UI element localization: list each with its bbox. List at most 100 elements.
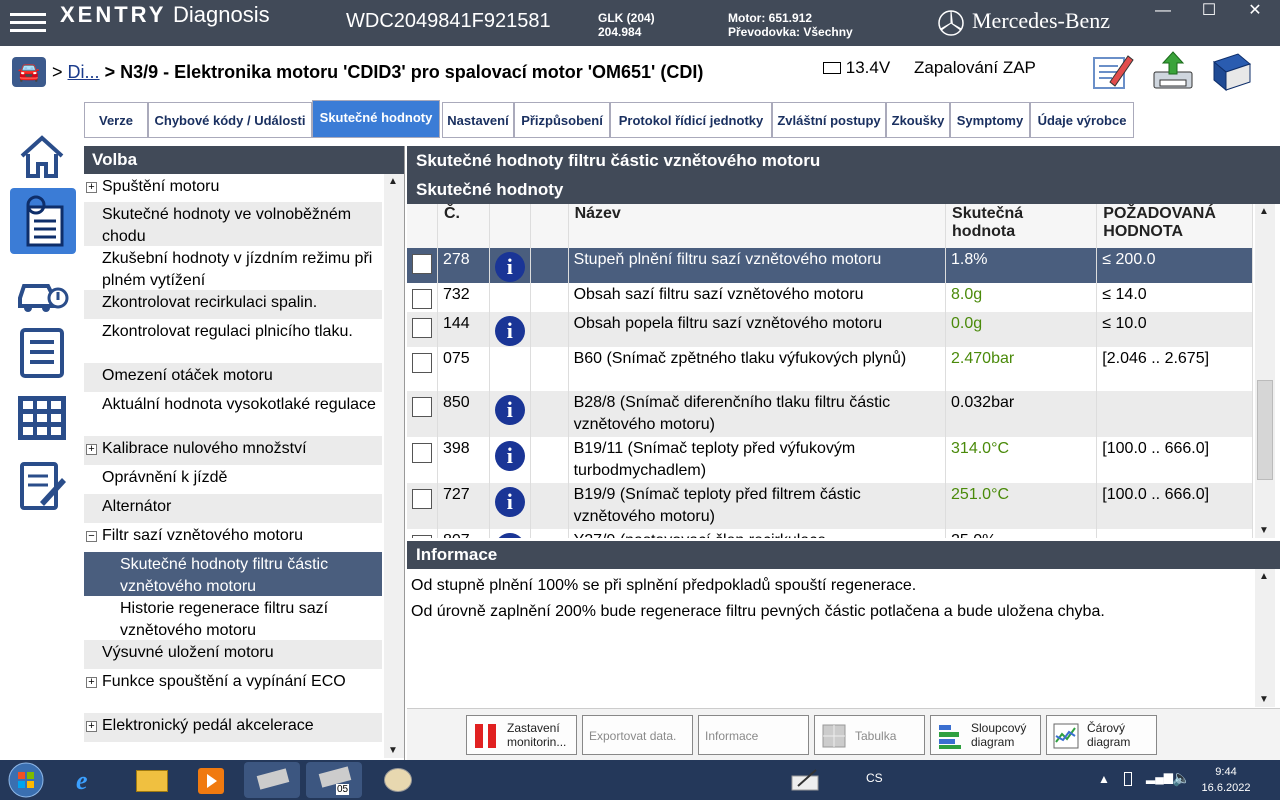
- scroll-down-icon[interactable]: ▼: [1259, 694, 1269, 705]
- stop-monitoring-button[interactable]: Zastavení monitorin...: [466, 715, 577, 755]
- table-button[interactable]: Tabulka: [814, 715, 925, 755]
- scroll-up-icon[interactable]: ▲: [388, 176, 398, 187]
- close-button[interactable]: ✕: [1232, 0, 1278, 22]
- tree-scrollbar[interactable]: ▲ ▼: [384, 174, 404, 758]
- info-icon[interactable]: i: [494, 252, 525, 282]
- tree-item[interactable]: − Filtr sazí vznětového motoru: [84, 523, 382, 552]
- row-checkbox[interactable]: [412, 289, 432, 309]
- table-row[interactable]: 732 Obsah sazí filtru sazí vznětového mo…: [407, 283, 1253, 312]
- battery-tray-icon[interactable]: [1124, 772, 1132, 786]
- diagnosis-nav-active[interactable]: [10, 188, 76, 254]
- xentry-taskbar-icon[interactable]: [244, 762, 300, 798]
- info-icon[interactable]: i: [494, 533, 525, 538]
- network-tray-icon[interactable]: ▂▄▆: [1146, 770, 1173, 784]
- tree-item[interactable]: + Spuštění motoru: [84, 174, 382, 202]
- tab-symptoms[interactable]: Symptomy: [950, 102, 1030, 138]
- table-row[interactable]: 144 i Obsah popela filtru sazí vznětovéh…: [407, 312, 1253, 347]
- line-chart-button[interactable]: Čárový diagram: [1046, 715, 1157, 755]
- info-icon[interactable]: i: [494, 487, 525, 517]
- system-clock[interactable]: 9:44 16.6.2022: [1196, 764, 1256, 796]
- vehicle-button[interactable]: 🚘: [12, 57, 46, 87]
- ie-taskbar-icon[interactable]: e: [62, 762, 118, 798]
- grid-modules-icon[interactable]: [14, 390, 70, 446]
- info-scrollbar[interactable]: ▲ ▼: [1255, 569, 1275, 707]
- minimize-button[interactable]: —: [1140, 0, 1186, 22]
- media-player-taskbar-icon[interactable]: [184, 762, 240, 798]
- table-row[interactable]: 850 i B28/8 (Snímač diferenčního tlaku f…: [407, 391, 1253, 437]
- row-checkbox[interactable]: [412, 489, 432, 509]
- information-button[interactable]: Informace: [698, 715, 809, 755]
- breadcrumb-link[interactable]: Di...: [68, 62, 100, 82]
- tree-item[interactable]: Oprávnění k jízdě: [84, 465, 382, 494]
- explorer-taskbar-icon[interactable]: [124, 762, 180, 798]
- language-indicator[interactable]: CS: [866, 771, 883, 785]
- tree-item[interactable]: Historie regenerace filtru sazí vznětové…: [84, 596, 382, 640]
- list-icon[interactable]: [14, 324, 70, 380]
- maximize-button[interactable]: ☐: [1186, 0, 1232, 22]
- xentry-device-taskbar-icon[interactable]: 05: [306, 762, 362, 798]
- tree-item[interactable]: + Elektronický pedál akcelerace: [84, 713, 382, 742]
- paint-taskbar-icon[interactable]: [370, 762, 426, 798]
- row-checkbox[interactable]: [412, 397, 432, 417]
- tree-item[interactable]: + Kalibrace nulového množství: [84, 436, 382, 465]
- expand-icon[interactable]: +: [86, 677, 97, 688]
- expand-icon[interactable]: +: [86, 182, 97, 193]
- info-icon[interactable]: i: [494, 316, 525, 346]
- bar-chart-button[interactable]: Sloupcový diagram: [930, 715, 1041, 755]
- tab-error-codes[interactable]: Chybové kódy / Události: [148, 102, 312, 138]
- row-checkbox[interactable]: [412, 443, 432, 463]
- scroll-up-icon[interactable]: ▲: [1259, 206, 1269, 217]
- expand-icon[interactable]: +: [86, 721, 97, 732]
- tree-item[interactable]: Aktuální hodnota vysokotlaké regulace: [84, 392, 382, 436]
- tab-control-unit-log[interactable]: Protokol řídicí jednotky: [610, 102, 772, 138]
- col-number[interactable]: Č.: [437, 204, 490, 248]
- volume-tray-icon[interactable]: 🔈: [1172, 769, 1191, 787]
- vehicle-service-icon[interactable]: [14, 264, 70, 320]
- info-icon[interactable]: i: [494, 441, 525, 471]
- tree-item[interactable]: Skutečné hodnoty ve volnoběžném chodu: [84, 202, 382, 246]
- start-button-icon[interactable]: [6, 762, 46, 798]
- tree-item[interactable]: Alternátor: [84, 494, 382, 523]
- tab-actual-values[interactable]: Skutečné hodnoty: [312, 100, 440, 138]
- info-icon[interactable]: i: [494, 395, 525, 425]
- manual-book-icon[interactable]: [1208, 50, 1254, 92]
- table-row-selected[interactable]: 278 i Stupeň plnění filtru sazí vznětové…: [407, 248, 1253, 283]
- tree-item[interactable]: + Funkce spouštění a vypínání ECO: [84, 669, 382, 713]
- tree-item[interactable]: Zkušební hodnoty v jízdním režimu při pl…: [84, 246, 382, 290]
- table-scrollbar[interactable]: ▲ ▼: [1255, 204, 1275, 538]
- row-checkbox[interactable]: [412, 535, 432, 538]
- checklist-edit-icon[interactable]: [14, 458, 70, 514]
- tray-expand-icon[interactable]: ▲: [1098, 772, 1110, 786]
- row-checkbox[interactable]: [412, 254, 432, 274]
- tab-tests[interactable]: Zkoušky: [886, 102, 950, 138]
- scroll-down-icon[interactable]: ▼: [388, 745, 398, 756]
- table-row[interactable]: 075 B60 (Snímač zpětného tlaku výfukovýc…: [407, 347, 1253, 391]
- edit-note-icon[interactable]: [1090, 50, 1136, 92]
- print-upload-icon[interactable]: [1150, 50, 1196, 92]
- menu-icon[interactable]: [10, 8, 46, 38]
- tab-special-procedures[interactable]: Zvláštní postupy: [772, 102, 886, 138]
- tree-item[interactable]: Výsuvné uložení motoru: [84, 640, 382, 669]
- table-row[interactable]: 727 i B19/9 (Snímač teploty před filtrem…: [407, 483, 1253, 529]
- tree-item-selected[interactable]: Skutečné hodnoty filtru částic vznětovéh…: [84, 552, 382, 596]
- table-row[interactable]: 807 i Y27/9 (nastavovací člen recirkulac…: [407, 529, 1253, 538]
- tab-adaptation[interactable]: Přizpůsobení: [514, 102, 610, 138]
- tree-item[interactable]: Zkontrolovat regulaci plnicího tlaku.: [84, 319, 382, 363]
- collapse-icon[interactable]: −: [86, 531, 97, 542]
- pen-tablet-icon[interactable]: [790, 768, 822, 792]
- scroll-down-icon[interactable]: ▼: [1259, 525, 1269, 536]
- tab-manufacturer-data[interactable]: Údaje výrobce: [1030, 102, 1134, 138]
- col-required[interactable]: POŽADOVANÁ HODNOTA: [1096, 204, 1253, 248]
- tab-settings[interactable]: Nastavení: [442, 102, 514, 138]
- tree-item[interactable]: Omezení otáček motoru: [84, 363, 382, 392]
- scroll-up-icon[interactable]: ▲: [1259, 571, 1269, 582]
- tree-item[interactable]: Zkontrolovat recirkulaci spalin.: [84, 290, 382, 319]
- expand-icon[interactable]: +: [86, 444, 97, 455]
- export-data-button[interactable]: Exportovat data.: [582, 715, 693, 755]
- tab-verze[interactable]: Verze: [84, 102, 148, 138]
- home-icon[interactable]: [14, 128, 70, 184]
- table-row[interactable]: 398 i B19/11 (Snímač teploty před výfuko…: [407, 437, 1253, 483]
- col-name[interactable]: Název: [568, 204, 947, 248]
- row-checkbox[interactable]: [412, 318, 432, 338]
- row-checkbox[interactable]: [412, 353, 432, 373]
